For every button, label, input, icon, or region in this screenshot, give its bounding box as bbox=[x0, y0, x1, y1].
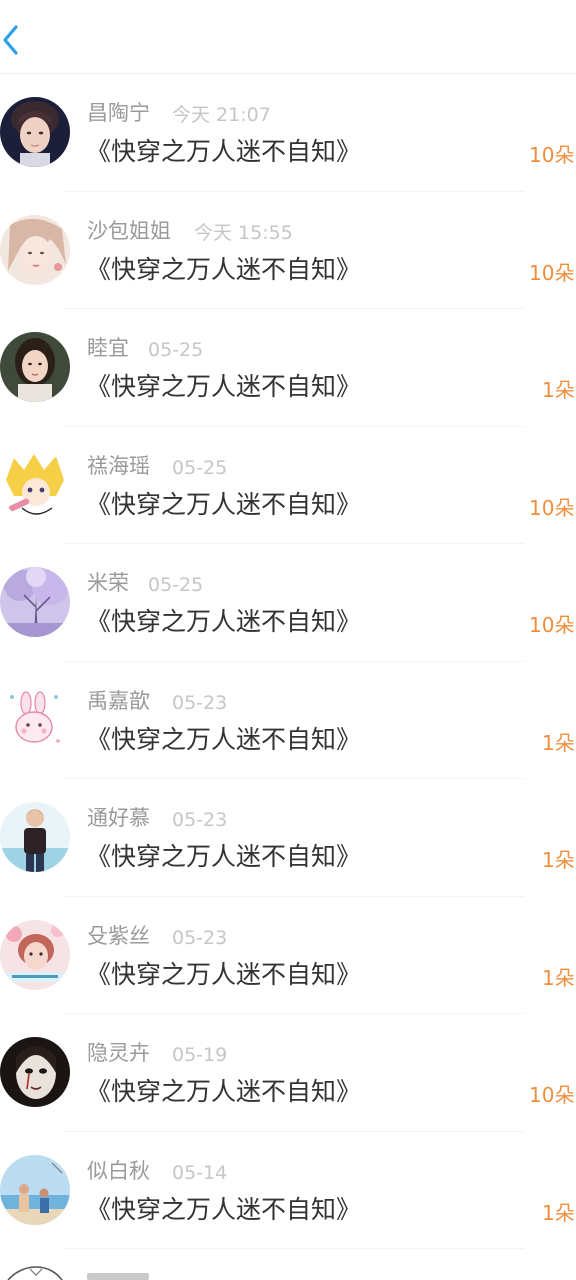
avatar-man-standing-icon bbox=[0, 802, 70, 872]
list-item[interactable]: 通好慕 05-23 《快穿之万人迷不自知》 1朵 bbox=[0, 779, 576, 897]
avatar-anime-blonde-icon bbox=[0, 449, 70, 520]
avatar[interactable] bbox=[0, 1154, 70, 1225]
book-title: 《快穿之万人迷不自知》 bbox=[86, 959, 362, 989]
avatar[interactable] bbox=[0, 1037, 70, 1107]
flower-count: 1朵 bbox=[542, 848, 575, 872]
gift-list: 昌陶宁 今天 21:07 《快穿之万人迷不自知》 10朵 沙包姐姐 今天 15:… bbox=[0, 74, 576, 1249]
avatar[interactable] bbox=[0, 684, 70, 755]
avatar[interactable] bbox=[0, 919, 70, 990]
book-title: 《快穿之万人迷不自知》 bbox=[86, 372, 362, 401]
avatar-purple-tree-icon bbox=[0, 567, 70, 637]
sender-name: 似白秋 bbox=[87, 1158, 150, 1183]
list-item[interactable]: 似白秋 05-14 《快穿之万人迷不自知》 1朵 bbox=[0, 1132, 576, 1250]
timestamp: 05-23 bbox=[172, 809, 228, 831]
avatar-pink-bunny-icon bbox=[0, 684, 70, 755]
timestamp: 05-23 bbox=[172, 691, 228, 714]
back-button[interactable] bbox=[0, 18, 30, 62]
avatar-boy-flowers-icon bbox=[0, 919, 70, 990]
book-title: 《快穿之万人迷不自知》 bbox=[86, 1194, 362, 1224]
list-item[interactable]: 殳紫丝 05-23 《快穿之万人迷不自知》 1朵 bbox=[0, 897, 576, 1015]
timestamp: 05-23 bbox=[172, 926, 228, 949]
top-bar bbox=[0, 0, 576, 74]
book-title: 《快穿之万人迷不自知》 bbox=[86, 724, 362, 754]
sender-name: 米荣 bbox=[87, 571, 129, 595]
flower-count: 10朵 bbox=[529, 613, 575, 637]
book-title: 《快穿之万人迷不自知》 bbox=[86, 254, 362, 284]
sender-name: 昌陶宁 bbox=[87, 101, 150, 125]
sender-name: 禚海瑶 bbox=[87, 453, 150, 478]
book-title: 《快穿之万人迷不自知》 bbox=[86, 842, 362, 871]
timestamp: 05-25 bbox=[148, 574, 204, 596]
sender-name: 沙包姐姐 bbox=[87, 218, 171, 243]
list-item[interactable]: 米荣 05-25 《快穿之万人迷不自知》 10朵 bbox=[0, 544, 576, 662]
flower-count: 10朵 bbox=[529, 495, 575, 520]
avatar[interactable] bbox=[0, 449, 70, 520]
avatar-girl-illustration-icon bbox=[0, 214, 70, 285]
flower-count: 1朵 bbox=[542, 1200, 575, 1225]
flower-count: 10朵 bbox=[529, 260, 575, 285]
flower-count: 1朵 bbox=[542, 965, 575, 990]
book-title: 《快穿之万人迷不自知》 bbox=[86, 489, 362, 519]
avatar[interactable] bbox=[0, 214, 70, 285]
timestamp: 05-25 bbox=[172, 456, 228, 479]
list-item[interactable]: 禹嘉歆 05-23 《快穿之万人迷不自知》 1朵 bbox=[0, 662, 576, 780]
sender-name: 禹嘉歆 bbox=[87, 688, 150, 713]
avatar-woman-photo-icon bbox=[0, 332, 70, 402]
avatar-boy-portrait-icon bbox=[0, 97, 70, 167]
timestamp: 05-19 bbox=[172, 1044, 228, 1066]
timestamp: 今天 21:07 bbox=[172, 104, 271, 126]
flower-count: 1朵 bbox=[542, 730, 575, 755]
book-title: 《快穿之万人迷不自知》 bbox=[86, 607, 362, 636]
flower-count: 10朵 bbox=[529, 143, 575, 167]
avatar[interactable] bbox=[0, 802, 70, 872]
sender-name: 殳紫丝 bbox=[87, 923, 150, 948]
list-item[interactable]: 沙包姐姐 今天 15:55 《快穿之万人迷不自知》 10朵 bbox=[0, 192, 576, 310]
book-title: 《快穿之万人迷不自知》 bbox=[86, 137, 362, 166]
sender-name-clipped bbox=[87, 1273, 149, 1280]
timestamp: 05-14 bbox=[172, 1161, 228, 1184]
avatar-beach-people-icon bbox=[0, 1154, 70, 1225]
book-title: 《快穿之万人迷不自知》 bbox=[86, 1077, 362, 1106]
list-item[interactable]: 隐灵卉 05-19 《快穿之万人迷不自知》 10朵 bbox=[0, 1014, 576, 1132]
sender-name: 睦宜 bbox=[87, 336, 129, 360]
flower-count: 1朵 bbox=[542, 378, 575, 402]
avatar-partial-icon bbox=[7, 1266, 63, 1280]
list-item-partial[interactable] bbox=[0, 1249, 576, 1280]
chevron-left-icon bbox=[3, 25, 18, 55]
timestamp: 今天 15:55 bbox=[194, 221, 293, 244]
avatar-dark-face-icon bbox=[0, 1037, 70, 1107]
sender-name: 通好慕 bbox=[87, 806, 150, 830]
avatar[interactable] bbox=[0, 567, 70, 637]
list-item[interactable]: 禚海瑶 05-25 《快穿之万人迷不自知》 10朵 bbox=[0, 427, 576, 545]
avatar[interactable] bbox=[0, 332, 70, 402]
sender-name: 隐灵卉 bbox=[87, 1041, 150, 1065]
list-item[interactable]: 昌陶宁 今天 21:07 《快穿之万人迷不自知》 10朵 bbox=[0, 74, 576, 192]
flower-count: 10朵 bbox=[529, 1083, 575, 1107]
list-item[interactable]: 睦宜 05-25 《快穿之万人迷不自知》 1朵 bbox=[0, 309, 576, 427]
timestamp: 05-25 bbox=[148, 339, 204, 361]
avatar[interactable] bbox=[0, 97, 70, 167]
